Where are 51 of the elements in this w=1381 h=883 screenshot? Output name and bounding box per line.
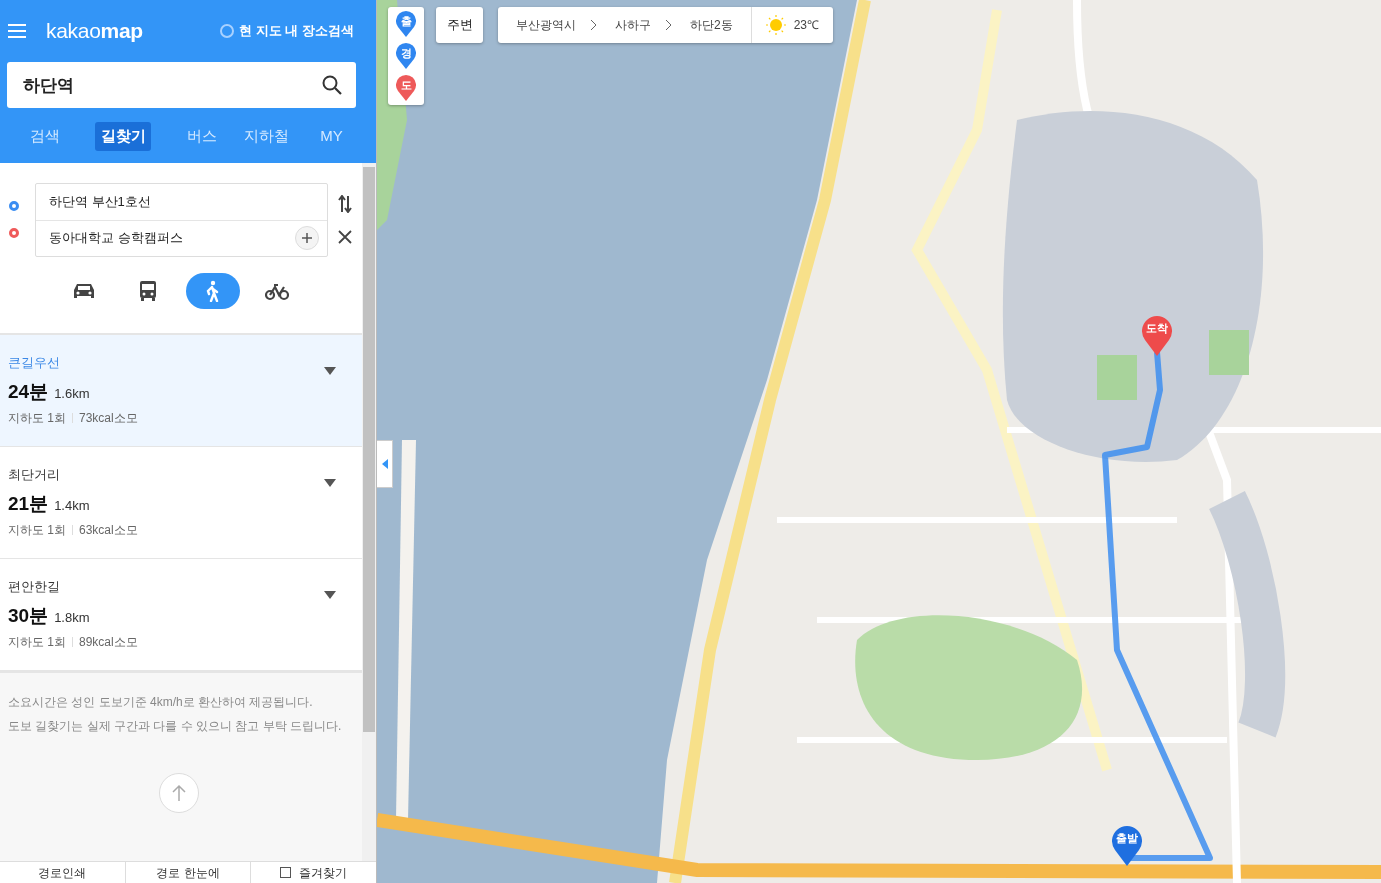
calories: 89kcal소모	[79, 633, 138, 651]
origin-pin[interactable]: 출발	[1112, 826, 1142, 866]
nearby-button[interactable]: 주변	[436, 7, 483, 43]
destination-pin[interactable]: 도착	[1142, 316, 1172, 356]
notice-text: 도보 길찾기는 실제 구간과 다를 수 있으니 참고 부탁 드립니다.	[8, 717, 343, 735]
pin-marker-icon[interactable]: 경	[396, 43, 416, 69]
route-option[interactable]: 큰길우선 24분 1.6km 지하도 1회 73kcal소모	[0, 334, 362, 447]
collapse-handle[interactable]	[377, 440, 393, 488]
caret-icon	[381, 459, 388, 469]
menu-icon[interactable]	[8, 24, 26, 38]
region-link[interactable]: 부산광역시	[498, 16, 576, 34]
route-time: 21분	[8, 493, 49, 514]
calories: 63kcal소모	[79, 521, 138, 539]
route-name: 편안한길	[8, 577, 61, 596]
notice-text: 소요시간은 성인 도보기준 4km/h로 환산하여 제공됩니다.	[8, 693, 314, 711]
route-distance: 1.6km	[54, 386, 90, 401]
expand-caret-icon[interactable]	[324, 366, 336, 375]
expand-caret-icon[interactable]	[324, 590, 336, 599]
expand-caret-icon[interactable]	[324, 478, 336, 487]
region-link[interactable]: 사하구	[597, 16, 651, 34]
destination-dot-icon	[9, 228, 19, 238]
scrollbar[interactable]	[362, 162, 376, 861]
route-name: 최단거리	[8, 465, 61, 484]
origin-dot-icon	[9, 201, 19, 211]
sun-icon	[765, 15, 786, 35]
underpass-count: 지하도 1회	[8, 633, 66, 651]
underpass-count: 지하도 1회	[8, 521, 66, 539]
search-icon[interactable]	[322, 75, 342, 95]
route-distance: 1.4km	[54, 498, 90, 513]
route-time: 24분	[8, 381, 49, 402]
destination-field[interactable]: 동아대학교 승학캠퍼스	[48, 228, 183, 248]
region-link[interactable]: 하단2동	[672, 16, 733, 34]
close-icon[interactable]	[338, 230, 353, 244]
temperature-text: 23℃	[793, 17, 820, 34]
calories: 73kcal소모	[79, 409, 138, 427]
add-waypoint-button[interactable]	[295, 226, 320, 250]
chevron-icon	[665, 19, 672, 31]
walk-mode-button[interactable]	[186, 272, 240, 309]
pin-marker-icon[interactable]: 출	[396, 11, 416, 37]
route-name: 큰길우선	[8, 353, 61, 372]
tab[interactable]: 길찾기	[95, 122, 151, 151]
plus-icon	[302, 233, 313, 243]
search-field[interactable]: 하단역	[7, 62, 356, 108]
swap-icon[interactable]	[338, 195, 353, 213]
route-distance: 1.8km	[54, 610, 90, 625]
chevron-icon	[590, 19, 597, 31]
up-arrow-icon	[172, 783, 186, 802]
origin-field[interactable]: 하단역 부산1호선	[48, 191, 151, 212]
underpass-count: 지하도 1회	[8, 409, 66, 427]
route-time: 30분	[8, 605, 49, 626]
radio-icon[interactable]	[220, 24, 235, 38]
